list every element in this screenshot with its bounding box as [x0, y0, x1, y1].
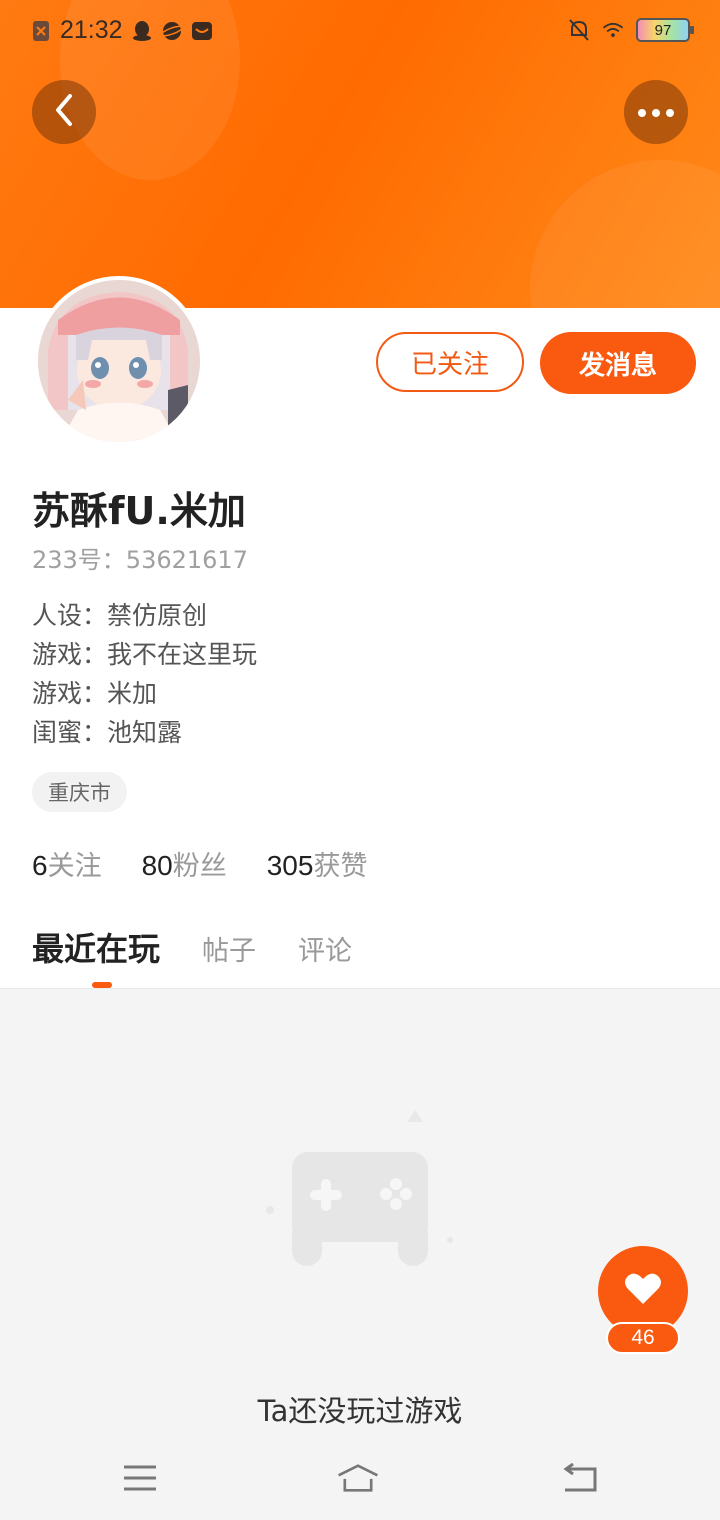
planet-icon	[160, 20, 183, 42]
mute-bell-icon	[568, 19, 590, 41]
bio-line: 游戏：米加	[32, 679, 158, 708]
stat-following[interactable]: 6关注	[32, 844, 102, 883]
avatar[interactable]	[34, 276, 204, 446]
banner-decoration	[530, 160, 720, 308]
back-icon[interactable]	[558, 1458, 602, 1498]
location-tag: 重庆市	[32, 772, 127, 812]
following-button[interactable]: 已关注	[376, 332, 524, 392]
profile-uid: 233号：53621617	[32, 546, 248, 574]
avatar-image	[38, 280, 200, 442]
chevron-left-icon	[52, 92, 76, 132]
gamepad-icon	[250, 1090, 470, 1280]
bio-line: 游戏：我不在这里玩	[32, 640, 258, 669]
back-button[interactable]	[32, 80, 96, 144]
battery-icon: 97	[636, 18, 694, 42]
qq-icon	[131, 20, 153, 42]
wifi-icon	[602, 19, 624, 41]
home-icon[interactable]	[336, 1458, 380, 1498]
bio-line: 人设：禁仿原创	[32, 601, 208, 630]
stat-likes: 305获赞	[267, 844, 368, 883]
profile-stats: 6关注 80粉丝 305获赞	[32, 844, 367, 883]
more-button[interactable]	[624, 80, 688, 144]
empty-state-text: Ta还没玩过游戏	[257, 1394, 463, 1428]
stat-label: 粉丝	[172, 851, 227, 882]
send-message-button[interactable]: 发消息	[540, 332, 696, 394]
profile-name: 苏酥fU.米加	[32, 489, 246, 533]
bio-line: 闺蜜：池知露	[32, 718, 183, 747]
like-count-badge: 46	[606, 1322, 680, 1354]
status-bar: 21:32 97	[0, 0, 720, 64]
tab-posts[interactable]: 帖子	[202, 929, 256, 968]
stat-label: 关注	[47, 851, 102, 882]
status-time: 21:32	[60, 16, 123, 44]
stat-number: 80	[141, 850, 173, 881]
profile-bio: 人设：禁仿原创 游戏：我不在这里玩 游戏：米加 闺蜜：池知露	[32, 596, 257, 752]
app-icon	[191, 20, 213, 42]
system-nav-bar	[0, 1438, 720, 1520]
stat-label: 获赞	[313, 851, 368, 882]
heart-icon	[624, 1272, 662, 1310]
profile-tabs: 最近在玩 帖子 评论	[32, 924, 352, 970]
tab-comments[interactable]: 评论	[298, 929, 352, 968]
tab-recently-played[interactable]: 最近在玩	[32, 924, 160, 970]
stat-number: 6	[32, 850, 48, 881]
menu-icon[interactable]	[118, 1458, 162, 1498]
stat-number: 305	[266, 850, 314, 881]
more-dots-icon	[636, 103, 676, 122]
stat-followers[interactable]: 80粉丝	[142, 844, 227, 883]
sim-x-icon	[30, 20, 52, 42]
